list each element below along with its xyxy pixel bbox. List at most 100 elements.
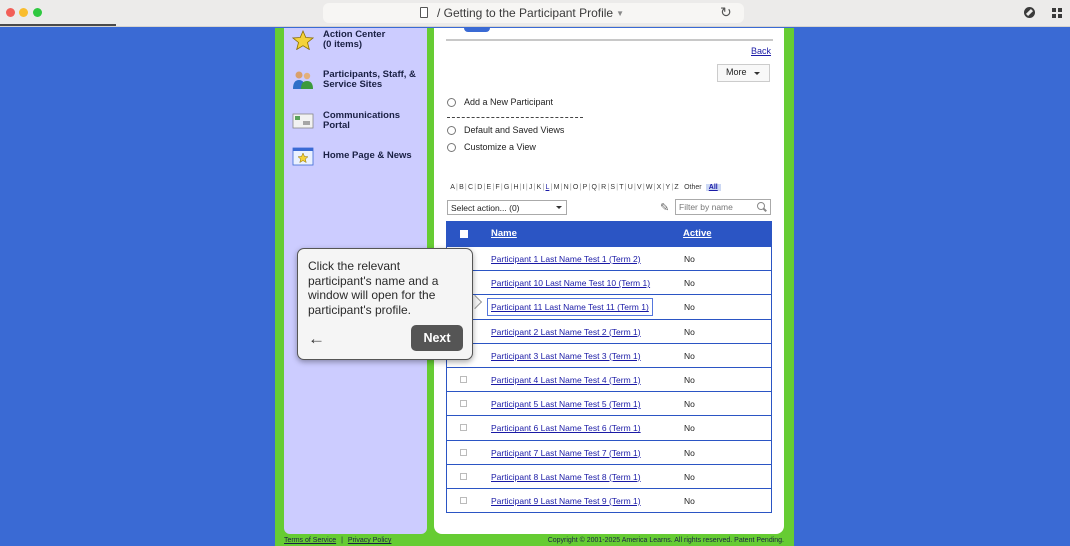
option-label: Add a New Participant	[464, 97, 554, 107]
alphabet-letter-u[interactable]: U	[627, 184, 634, 191]
active-status: No	[684, 495, 695, 506]
radio-button[interactable]	[447, 142, 456, 152]
page-load-progress	[0, 24, 116, 26]
sidebar-item-home-page[interactable]: Home Page & News	[292, 146, 423, 166]
sidebar-item-sublabel: (0 items)	[323, 39, 363, 50]
alphabet-letter-z[interactable]: Z	[673, 184, 680, 191]
chevron-down-icon: ▼	[616, 9, 625, 18]
terms-of-service-link[interactable]: Terms of Service	[284, 537, 336, 544]
active-status: No	[684, 447, 695, 458]
active-status: No	[684, 471, 695, 482]
option-label: Default and Saved Views	[464, 125, 565, 135]
alphabet-filter: A|B|C|D|E|F|G|H|I|J|K|L|M|N|O|P|Q|R|S|T|…	[449, 184, 721, 191]
alphabet-all[interactable]: All	[705, 184, 721, 191]
table-row: Participant 7 Last Name Test 7 (Term 1) N…	[447, 439, 771, 464]
close-window-button[interactable]	[6, 8, 15, 17]
table-row: Participant 9 Last Name Test 9 (Term 1) N…	[447, 487, 771, 513]
option-customize-view[interactable]: Customize a View	[447, 142, 536, 152]
chevron-down-icon	[556, 206, 562, 209]
people-icon	[293, 71, 313, 89]
row-checkbox[interactable]	[460, 400, 467, 408]
select-action-dropdown[interactable]: Select action... (0)	[447, 200, 567, 215]
zoom-window-button[interactable]	[33, 8, 42, 17]
participant-name-link[interactable]: Participant 9 Last Name Test 9 (Term 1)	[491, 496, 641, 506]
sidebar-item-communications[interactable]: Communications Portal	[292, 111, 423, 131]
row-checkbox[interactable]	[460, 448, 467, 456]
table-header: Name Active	[447, 222, 771, 246]
alphabet-letter-t[interactable]: T	[618, 184, 625, 191]
reload-icon[interactable]: ↻	[720, 4, 732, 21]
divider	[447, 117, 583, 118]
table-row: Participant 11 Last Name Test 11 (Term 1…	[447, 294, 771, 319]
alphabet-letter-a[interactable]: A	[449, 184, 456, 191]
alphabet-letter-b[interactable]: B	[458, 184, 465, 191]
option-add-new-participant[interactable]: Add a New Participant	[447, 97, 553, 107]
more-button-label: More	[726, 67, 747, 77]
active-status: No	[684, 326, 695, 337]
address-bar[interactable]: / Getting to the Participant Profile ▼ ↻	[323, 3, 744, 23]
active-status: No	[684, 423, 695, 434]
active-status: No	[684, 254, 695, 264]
table-row: Participant 3 Last Name Test 3 (Term 1) N…	[447, 342, 771, 367]
participant-name-link[interactable]: Participant 4 Last Name Test 4 (Term 1)	[491, 375, 641, 385]
column-header-name[interactable]: Name	[491, 228, 517, 239]
sidebar-item-sublabel: Service Sites	[323, 79, 383, 90]
select-all-checkbox[interactable]	[460, 230, 468, 238]
participant-name-link[interactable]: Participant 3 Last Name Test 3 (Term 1)	[491, 351, 641, 361]
copyright-text: Copyright © 2001-2025 America Learns. Al…	[547, 537, 784, 544]
participant-name-link[interactable]: Participant 5 Last Name Test 5 (Term 1)	[491, 399, 641, 409]
address-text: / Getting to the Participant Profile ▼	[437, 6, 625, 20]
alphabet-letter-m[interactable]: M	[552, 184, 560, 191]
participant-name-link[interactable]: Participant 11 Last Name Test 11 (Term 1…	[487, 298, 653, 317]
table-row: Participant 10 Last Name Test 10 (Term 1…	[447, 270, 771, 295]
select-action-value: Select action... (0)	[451, 203, 520, 213]
option-saved-views[interactable]: Default and Saved Views	[447, 125, 564, 135]
row-checkbox[interactable]	[460, 375, 467, 383]
alphabet-letter-q[interactable]: Q	[590, 184, 598, 191]
participant-name-link[interactable]: Participant 6 Last Name Test 6 (Term 1)	[491, 423, 641, 433]
radio-button[interactable]	[447, 125, 456, 135]
minimize-window-button[interactable]	[19, 8, 28, 17]
participant-name-link[interactable]: Participant 7 Last Name Test 7 (Term 1)	[491, 448, 641, 458]
column-header-active[interactable]: Active	[683, 228, 712, 239]
alphabet-letter-o[interactable]: O	[572, 184, 580, 191]
search-icon[interactable]	[757, 202, 765, 210]
alphabet-other[interactable]: Other	[683, 184, 703, 191]
home-page-icon	[292, 147, 314, 166]
compass-icon[interactable]	[1024, 7, 1035, 18]
participant-name-link[interactable]: Participant 1 Last Name Test 1 (Term 2)	[491, 254, 641, 264]
alphabet-letter-h[interactable]: H	[512, 184, 519, 191]
participant-name-link[interactable]: Participant 10 Last Name Test 10 (Term 1…	[491, 278, 650, 288]
logo	[464, 28, 490, 32]
table-row: Participant 6 Last Name Test 6 (Term 1) N…	[447, 415, 771, 440]
document-icon	[420, 7, 428, 18]
pencil-icon[interactable]: ✎	[660, 201, 669, 214]
footer-separator: |	[341, 537, 343, 544]
arrow-left-icon[interactable]: ←	[308, 329, 325, 349]
star-icon	[292, 30, 314, 50]
participant-name-link[interactable]: Participant 2 Last Name Test 2 (Term 1)	[491, 327, 641, 337]
row-checkbox[interactable]	[460, 472, 467, 480]
active-status: No	[684, 302, 695, 313]
row-checkbox[interactable]	[460, 496, 467, 504]
more-button[interactable]: More	[717, 64, 770, 82]
next-button[interactable]: Next	[411, 325, 463, 351]
alphabet-letter-v[interactable]: V	[636, 184, 643, 191]
row-checkbox[interactable]	[460, 424, 467, 432]
footer: Terms of Service | Privacy Policy Copyri…	[284, 537, 784, 544]
participant-name-link[interactable]: Participant 8 Last Name Test 8 (Term 1)	[491, 472, 641, 482]
alphabet-letter-n[interactable]: N	[562, 184, 569, 191]
grid-icon[interactable]	[1052, 8, 1062, 18]
table-row: Participant 5 Last Name Test 5 (Term 1) N…	[447, 391, 771, 416]
participants-table: Name Active Participant 1 Last Name Test…	[446, 221, 772, 514]
sidebar-item-action-center[interactable]: Action Center (0 items)	[292, 30, 423, 50]
back-link[interactable]: Back	[751, 46, 771, 56]
active-status: No	[684, 374, 695, 385]
privacy-policy-link[interactable]: Privacy Policy	[348, 537, 392, 544]
sidebar-item-participants[interactable]: Participants, Staff, & Service Sites	[292, 70, 423, 90]
main-content: Back More Add a New Participant Default …	[434, 28, 784, 534]
alphabet-letter-w[interactable]: W	[645, 184, 654, 191]
radio-button[interactable]	[447, 97, 456, 107]
alphabet-letter-f[interactable]: F	[494, 184, 501, 191]
alphabet-letter-x[interactable]: X	[655, 184, 662, 191]
